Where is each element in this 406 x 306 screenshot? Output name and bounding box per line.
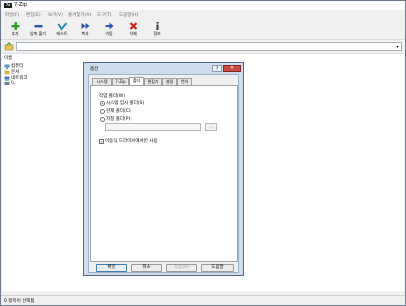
browse-button[interactable]: ...	[205, 123, 217, 131]
add-button[interactable]: 추가	[4, 21, 26, 39]
checkbox-indicator[interactable]: ✓	[99, 138, 104, 144]
tab-settings[interactable]: 설정	[162, 78, 177, 85]
status-bar: 0 항목이 선택됨	[1, 295, 405, 305]
cancel-button[interactable]: 취소	[131, 264, 162, 272]
radio-indicator[interactable]	[100, 108, 105, 114]
menu-bar: 파일(F) 편집(E) 보기(V) 즐겨찾기(A) 도구(T) 도움말(H)	[1, 10, 405, 20]
info-button[interactable]: 정보	[146, 21, 168, 39]
address-bar: ▾	[1, 41, 405, 52]
info-label: 정보	[153, 31, 161, 36]
radio-specified-folder[interactable]: 지정 폴더(P):	[100, 116, 132, 122]
menu-tools[interactable]: 도구(T)	[97, 12, 112, 18]
move-label: 이동	[105, 31, 113, 36]
app-icon: 7z	[4, 3, 12, 8]
menu-help[interactable]: 도움말(H)	[119, 12, 138, 18]
copy-button[interactable]: 복사	[74, 21, 96, 39]
status-text: 0 항목이 선택됨	[4, 299, 35, 304]
double-arrow-icon	[81, 23, 89, 29]
apply-button[interactable]: 적용(A)	[166, 264, 197, 272]
radio-indicator[interactable]	[100, 116, 105, 122]
copy-label: 복사	[81, 31, 89, 36]
delete-label: 삭제	[129, 31, 137, 36]
ok-button[interactable]: 확인	[96, 264, 127, 272]
documents-icon	[4, 69, 10, 74]
checkmark-icon	[57, 22, 67, 31]
column-header-name[interactable]: 이름	[4, 55, 12, 61]
arrow-right-icon	[105, 22, 113, 30]
dialog-body: 시스템 7-Zip 폴더 편집기 설정 언어 작업 폴더(W) 시스템 임시 폴…	[88, 74, 239, 273]
menu-file[interactable]: 파일(F)	[5, 12, 19, 18]
radio-system-temp[interactable]: 시스템 임시 폴더(S)	[100, 100, 144, 106]
computer-icon	[4, 64, 10, 69]
folder-path-input[interactable]	[105, 123, 201, 131]
info-icon	[156, 22, 158, 30]
tab-system[interactable]: 시스템	[92, 78, 112, 85]
chevron-down-icon[interactable]: ▾	[394, 43, 401, 50]
delete-button[interactable]: 삭제	[122, 21, 144, 39]
title-bar: 7z 7-Zip	[1, 1, 405, 10]
network-icon	[4, 76, 10, 81]
path-input[interactable]: ▾	[16, 42, 402, 51]
tab-language[interactable]: 언어	[177, 78, 192, 85]
list-item[interactable]: \\.	[4, 81, 15, 88]
minus-icon	[34, 25, 42, 28]
menu-edit[interactable]: 편집(E)	[26, 12, 41, 18]
extract-label: 압축 풀기	[30, 31, 46, 36]
tab-panel-folders: 작업 폴더(W) 시스템 임시 폴더(S) 현재 폴더(C) 지정 폴더(P):…	[90, 85, 238, 262]
radio-indicator[interactable]	[100, 100, 105, 106]
plus-icon	[11, 22, 19, 30]
tab-editor[interactable]: 편집기	[144, 78, 162, 85]
add-label: 추가	[11, 31, 19, 36]
removable-drive-checkbox[interactable]: ✓ 이동식 드라이브에서만 사용	[99, 138, 158, 144]
menu-favorites[interactable]: 즐겨찾기(A)	[68, 12, 91, 18]
toolbar: 추가 압축 풀기 테스트 복사 이동 삭제 정보	[1, 20, 405, 40]
dialog-title: 옵션	[90, 67, 99, 72]
working-folder-label: 작업 폴더(W)	[99, 94, 125, 99]
help-button[interactable]: 도움말	[201, 264, 234, 272]
test-button[interactable]: 테스트	[51, 21, 73, 39]
tab-strip: 시스템 7-Zip 폴더 편집기 설정 언어	[90, 77, 238, 85]
extract-button[interactable]: 압축 풀기	[27, 21, 49, 39]
radio-current-folder[interactable]: 현재 폴더(C)	[100, 108, 131, 114]
tab-folders[interactable]: 폴더	[129, 77, 144, 85]
cross-icon	[129, 22, 137, 30]
help-title-button[interactable]: ?	[212, 65, 222, 72]
drive-icon	[4, 82, 10, 85]
move-button[interactable]: 이동	[98, 21, 120, 39]
options-dialog: 옵션 ? ✕ 시스템 7-Zip 폴더 편집기 설정 언어 작업 폴더(W) 시…	[83, 62, 244, 276]
window-title: 7-Zip	[14, 2, 27, 8]
close-icon[interactable]: ✕	[223, 65, 241, 72]
app-window: 7z 7-Zip 파일(F) 편집(E) 보기(V) 즐겨찾기(A) 도구(T)…	[0, 0, 406, 306]
menu-view[interactable]: 보기(V)	[48, 12, 63, 18]
test-label: 테스트	[56, 31, 68, 36]
up-folder-icon[interactable]	[3, 42, 15, 51]
tab-7zip[interactable]: 7-Zip	[112, 78, 129, 85]
